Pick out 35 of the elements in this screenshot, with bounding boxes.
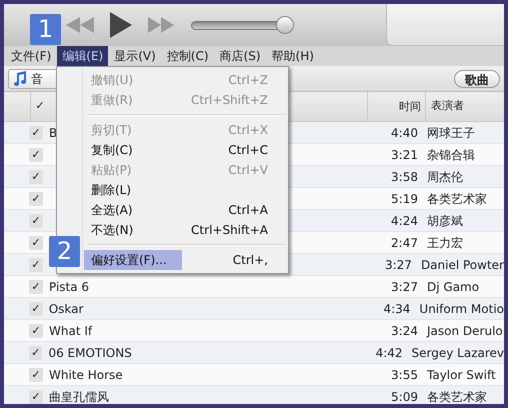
song-artist: 胡彦斌 [426, 212, 463, 230]
song-name: Pista 6 [49, 280, 90, 294]
song-time: 4:40 [390, 124, 418, 142]
song-time: 4:24 [390, 212, 418, 230]
song-name: B [49, 126, 58, 140]
song-artist: 各类艺术家 [426, 388, 487, 404]
song-time: 3:27 [390, 278, 418, 296]
song-artist: 周杰伦 [426, 168, 463, 186]
song-name: 曲皇孔儒风 [49, 390, 109, 404]
song-time: 3:24 [390, 322, 418, 340]
song-time: 3:21 [390, 146, 418, 164]
song-name: What If [49, 324, 92, 338]
song-time: 5:09 [390, 388, 418, 404]
song-time: 4:42 [374, 344, 403, 362]
song-artist: Jason Derulo [425, 322, 503, 340]
song-artist: 王力宏 [426, 234, 463, 252]
song-name: Oskar [48, 302, 84, 316]
song-time: 5:19 [390, 190, 418, 208]
song-name: White Horse [49, 368, 123, 382]
song-time: 3:55 [390, 366, 418, 384]
song-artist: 杂锦合辑 [426, 146, 475, 164]
song-artist: Daniel Powter [420, 256, 504, 274]
song-time: 4:34 [382, 300, 410, 318]
song-artist: Sergey Lazarev [410, 344, 504, 362]
song-artist: Dj Gamo [426, 278, 480, 296]
step-badge: 1 [30, 14, 61, 45]
song-artist: Uniform Motio [418, 300, 504, 318]
song-artist: Taylor Swift [426, 366, 496, 384]
song-time: 2:47 [390, 234, 418, 252]
song-time: 3:58 [390, 168, 418, 186]
song-time: 3:27 [384, 256, 412, 274]
song-artist: 网球王子 [426, 124, 475, 142]
song-name: 06 EMOTIONS [48, 346, 132, 360]
song-artist: 各类艺术家 [426, 190, 487, 208]
step-badge: 2 [49, 236, 80, 267]
